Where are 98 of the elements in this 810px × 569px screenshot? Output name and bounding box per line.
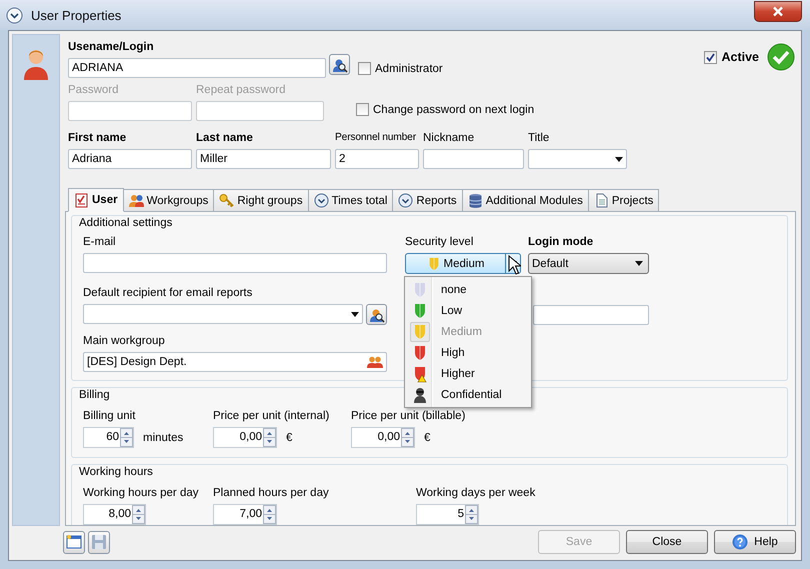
group-title: Billing <box>79 388 110 402</box>
number-spinner[interactable]: 5 <box>416 504 479 525</box>
tab[interactable]: Times total <box>308 189 394 212</box>
menu-item[interactable]: none <box>407 279 529 300</box>
email-field[interactable] <box>83 253 387 273</box>
field-label: Working days per week <box>416 486 536 500</box>
field-label: First name <box>68 131 128 145</box>
database-icon <box>468 193 483 208</box>
user-search-button[interactable] <box>366 304 387 325</box>
field-label: Billing unit <box>83 409 136 423</box>
field-label: Login mode <box>528 235 594 249</box>
checkbox-label: Administrator <box>375 62 443 74</box>
dropdown-caret-icon <box>351 312 360 316</box>
checkmark-circle-icon <box>767 43 795 71</box>
field-label: Repeat password <box>196 83 286 97</box>
group-title: Additional settings <box>79 216 172 230</box>
group-title: Working hours <box>79 465 153 479</box>
text-field[interactable] <box>533 305 649 325</box>
title-dropdown[interactable] <box>528 149 627 169</box>
field-label: Password <box>68 83 120 97</box>
dialog-button: Save <box>538 530 620 554</box>
number-spinner[interactable]: 8,00 <box>83 504 146 525</box>
dropdown-caret-icon <box>615 156 623 162</box>
security-level-dropdown[interactable]: Medium <box>405 253 521 274</box>
field-label: Title <box>528 131 550 145</box>
administrator-checkbox[interactable] <box>358 62 371 75</box>
shield-icon <box>412 344 428 362</box>
field-label: Usename/Login <box>68 40 155 54</box>
field-label: Nickname <box>423 131 476 145</box>
user-search-icon <box>368 306 385 322</box>
tab[interactable]: Projects <box>588 189 660 212</box>
checkbox-label: Change password on next login <box>373 104 534 116</box>
field-label: Price per unit (internal) <box>213 409 330 423</box>
tab[interactable]: Reports <box>393 189 463 212</box>
shield-icon <box>412 280 428 298</box>
field-label: Planned hours per day <box>213 486 330 500</box>
menu-item[interactable]: Low <box>407 300 529 321</box>
dialog-button[interactable]: Close <box>626 530 708 554</box>
number-spinner[interactable]: 0,00 <box>213 427 277 448</box>
text-field[interactable]: Miller <box>196 149 331 169</box>
spin-arrows-icon <box>120 428 133 447</box>
tab[interactable]: User <box>68 188 124 212</box>
change-password-checkbox[interactable] <box>356 103 369 116</box>
user-search-button[interactable] <box>329 54 350 75</box>
dropdown-caret-icon <box>635 261 643 266</box>
field-label: Default recipient for email reports <box>83 286 254 300</box>
active-checkbox[interactable] <box>704 50 718 64</box>
number-spinner[interactable]: 7,00 <box>213 504 277 525</box>
key-icon <box>219 193 234 208</box>
help-icon <box>732 534 748 550</box>
window-title: User Properties <box>31 8 122 22</box>
shield-icon <box>412 322 428 340</box>
field-label: Security level <box>405 235 474 249</box>
new-window-button[interactable] <box>63 530 85 554</box>
chevron-circle-icon <box>398 193 414 208</box>
unit-label: minutes <box>143 432 184 444</box>
menu-item[interactable]: Higher <box>407 363 529 384</box>
shield-warning-icon <box>412 364 428 382</box>
document-icon <box>594 193 609 208</box>
number-spinner[interactable]: 60 <box>83 427 134 448</box>
field-label: Last name <box>196 131 254 145</box>
people-icon <box>128 193 144 208</box>
number-spinner[interactable]: 0,00 <box>351 427 415 448</box>
tab[interactable]: Additional Modules <box>462 189 589 212</box>
save-icon-button[interactable] <box>88 530 110 554</box>
spin-arrows-icon <box>401 428 414 447</box>
unit-label: € <box>424 432 430 444</box>
field-label: Price per unit (billable) <box>351 409 466 423</box>
field-label: Personnel number <box>335 131 417 145</box>
text-field[interactable] <box>423 149 524 169</box>
close-icon <box>772 6 784 16</box>
menu-item[interactable]: Confidential <box>407 384 529 405</box>
user-search-icon <box>332 56 348 72</box>
chevron-circle-icon[interactable] <box>6 6 23 24</box>
spin-arrows-icon <box>263 428 276 447</box>
dialog-button[interactable]: Help <box>714 530 796 554</box>
chevron-circle-icon <box>314 193 329 208</box>
menu-item[interactable]: High <box>407 342 529 363</box>
window-icon <box>66 534 82 550</box>
tab[interactable]: Right groups <box>214 189 309 212</box>
shield-icon <box>426 256 441 272</box>
shield-icon <box>412 302 428 320</box>
checkbox-label: Active <box>721 50 759 64</box>
field-label: Main workgroup <box>83 334 166 348</box>
close-button[interactable] <box>754 0 802 22</box>
person-icon <box>412 386 428 404</box>
text-field[interactable]: 2 <box>335 149 419 169</box>
workgroup-field[interactable]: [DES] Design Dept. <box>83 352 387 372</box>
text-field[interactable]: Adriana <box>68 149 192 169</box>
people-icon <box>367 356 383 368</box>
checklist-icon <box>74 192 89 208</box>
login-mode-dropdown[interactable]: Default <box>528 253 649 274</box>
login-field[interactable]: ADRIANA <box>68 58 326 78</box>
field-label: E-mail <box>83 235 117 249</box>
user-icon <box>23 47 49 81</box>
field-label: Working hours per day <box>83 486 200 500</box>
unit-label: € <box>286 432 292 444</box>
tab[interactable]: Workgroups <box>124 189 214 212</box>
